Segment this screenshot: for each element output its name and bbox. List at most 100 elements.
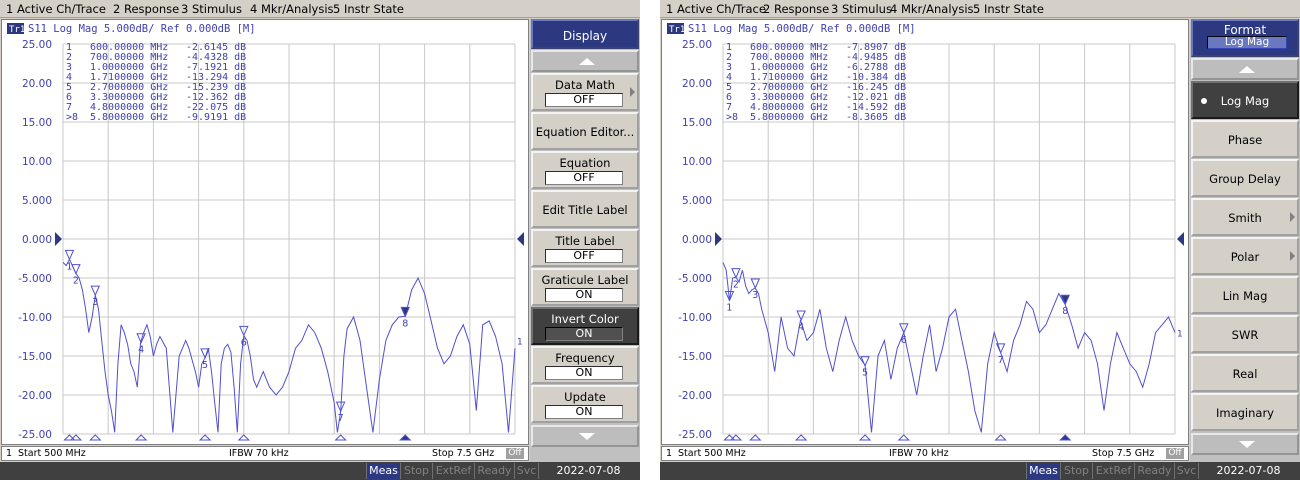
menu-response[interactable]: 2 Response <box>763 2 829 16</box>
menu-stimulus[interactable]: 3 Stimulus <box>181 2 242 16</box>
marker-label: 5 <box>862 368 868 379</box>
down-arrow-icon <box>1239 441 1255 448</box>
swr-label: SWR <box>1231 328 1259 342</box>
marker-table-freq: 5.8000000 GHz <box>750 112 828 123</box>
start-frequency[interactable]: Start 500 MHz <box>18 448 86 459</box>
title-label-button[interactable]: Title Label OFF <box>531 229 639 267</box>
menu-instr-state[interactable]: 5 Instr State <box>973 2 1044 16</box>
frequency-button[interactable]: Frequency ON <box>531 346 639 384</box>
update-button[interactable]: Update ON <box>531 385 639 423</box>
menu-active-ch-trace[interactable]: 1 Active Ch/Trace <box>6 2 106 16</box>
format-group-delay-button[interactable]: Group Delay <box>1191 159 1299 197</box>
ifbw-setting[interactable]: IFBW 70 kHz <box>889 448 949 459</box>
trace-window[interactable]: Tr1 S11 Log Mag 5.000dB/ Ref 0.000dB [M] 2… <box>661 19 1189 445</box>
status-stop: Stop <box>400 463 432 479</box>
stop-frequency[interactable]: Stop 7.5 GHz <box>1092 448 1154 459</box>
marker-label: 1 <box>66 261 72 272</box>
submenu-arrow-icon <box>1290 212 1295 222</box>
data-math-value: OFF <box>545 93 623 107</box>
marker-label: 3 <box>92 297 98 308</box>
trace-window[interactable]: Tr1 S11 Log Mag 5.000dB/ Ref 0.000dB [M] 2… <box>1 19 529 445</box>
menu-mkr-analysis[interactable]: 4 Mkr/Analysis <box>250 2 334 16</box>
ifbw-setting[interactable]: IFBW 70 kHz <box>229 448 289 459</box>
softkey-header: Display <box>531 19 639 49</box>
format-real-button[interactable]: Real <box>1191 354 1299 392</box>
softkey-panel: Format Log Mag Log Mag Phase Group Delay… <box>1190 19 1300 462</box>
marker-label: 6 <box>901 335 907 346</box>
status-ready: Ready <box>474 463 514 479</box>
format-log-mag-button[interactable]: Log Mag <box>1191 81 1299 119</box>
equation-button[interactable]: Equation OFF <box>531 151 639 189</box>
power-off-indicator: Off <box>1166 448 1184 459</box>
marker-triangle <box>64 249 75 261</box>
equation-editor-button[interactable]: Equation Editor... <box>531 112 639 150</box>
channel-number: 1 <box>6 448 13 459</box>
menu-instr-state[interactable]: 5 Instr State <box>333 2 404 16</box>
reference-right-icon <box>517 232 524 246</box>
marker-triangle <box>731 268 741 279</box>
status-ready: Ready <box>1134 463 1174 479</box>
start-frequency[interactable]: Start 500 MHz <box>678 448 746 459</box>
graticule-label-button[interactable]: Graticule Label ON <box>531 268 639 306</box>
marker-table-value: -9.9191 dB <box>186 112 246 123</box>
marker-bottom-triangle <box>198 434 212 441</box>
format-header[interactable]: Format Log Mag <box>1191 19 1299 57</box>
y-tick-label: 10.00 <box>682 156 712 168</box>
power-off-indicator: Off <box>506 448 524 459</box>
y-tick-label: 20.00 <box>22 78 52 90</box>
format-header-label: Format <box>1223 23 1267 37</box>
instrument-status-bar: Meas Stop ExtRef Ready Svc 2022-07-08 16… <box>0 462 640 480</box>
scroll-up-button[interactable] <box>531 50 639 72</box>
marker-bottom-triangle <box>89 434 102 441</box>
submenu-arrow-icon <box>1290 251 1295 261</box>
menu-response[interactable]: 2 Response <box>113 2 179 16</box>
format-header-value: Log Mag <box>1207 36 1287 49</box>
marker-bottom-triangle <box>1059 434 1072 441</box>
marker-label: 7 <box>338 413 344 424</box>
title-label-label: Title Label <box>555 234 615 248</box>
selected-radio-icon <box>1201 98 1207 104</box>
menu-stimulus[interactable]: 3 Stimulus <box>831 2 892 16</box>
format-imaginary-button[interactable]: Imaginary <box>1191 393 1299 431</box>
marker-bottom-triangle <box>399 434 412 441</box>
status-extref: ExtRef <box>1092 463 1134 479</box>
status-svc: Svc <box>514 463 538 479</box>
y-tick-label: 25.00 <box>22 39 52 51</box>
format-smith-button[interactable]: Smith <box>1191 198 1299 236</box>
edit-title-label-button[interactable]: Edit Title Label <box>531 190 639 228</box>
format-phase-button[interactable]: Phase <box>1191 120 1299 158</box>
vna-screen-left: 1 Active Ch/Trace 2 Response 3 Stimulus … <box>0 0 640 480</box>
status-svc: Svc <box>1174 463 1198 479</box>
scroll-down-button[interactable] <box>531 425 639 447</box>
trace-chart: Tr1 S11 Log Mag 5.000dB/ Ref 0.000dB [M] 2… <box>7 23 524 441</box>
scroll-down-button[interactable] <box>1191 433 1299 455</box>
menu-bar: 1 Active Ch/Trace 2 Response 3 Stimulus … <box>0 0 640 18</box>
format-polar-button[interactable]: Polar <box>1191 237 1299 275</box>
reference-left-icon <box>55 232 62 246</box>
menu-active-ch-trace[interactable]: 1 Active Ch/Trace <box>666 2 766 16</box>
channel-status-line: 1 Start 500 MHz IFBW 70 kHz Stop 7.5 GHz… <box>1 446 529 461</box>
status-meas: Meas <box>366 463 400 479</box>
marker-table-value: -8.3605 dB <box>846 112 906 123</box>
phase-label: Phase <box>1227 133 1263 147</box>
y-tick-label: -20.00 <box>18 390 52 402</box>
menu-mkr-analysis[interactable]: 4 Mkr/Analysis <box>890 2 974 16</box>
channel-number: 1 <box>666 448 673 459</box>
y-tick-label: -5.000 <box>678 273 712 285</box>
menu-bar: 1 Active Ch/Trace 2 Response 3 Stimulus … <box>660 0 1300 18</box>
trace-badge: Tr1 <box>669 25 685 35</box>
marker-bottom-triangle <box>237 434 251 441</box>
format-lin-mag-button[interactable]: Lin Mag <box>1191 276 1299 314</box>
invert-color-button[interactable]: Invert Color ON <box>531 307 639 345</box>
lin-mag-label: Lin Mag <box>1222 289 1268 303</box>
marker-bottom-triangle <box>994 434 1007 441</box>
title-label-value: OFF <box>545 249 623 263</box>
format-swr-button[interactable]: SWR <box>1191 315 1299 353</box>
y-tick-label: 5.000 <box>682 195 712 207</box>
stop-frequency[interactable]: Stop 7.5 GHz <box>432 448 494 459</box>
data-math-button[interactable]: Data Math OFF <box>531 73 639 111</box>
y-tick-label: 10.00 <box>22 156 52 168</box>
scroll-up-button[interactable] <box>1191 58 1299 80</box>
softkey-panel: Display Data Math OFF Equation Editor... … <box>530 19 640 462</box>
marker-label: 1 <box>726 303 732 314</box>
